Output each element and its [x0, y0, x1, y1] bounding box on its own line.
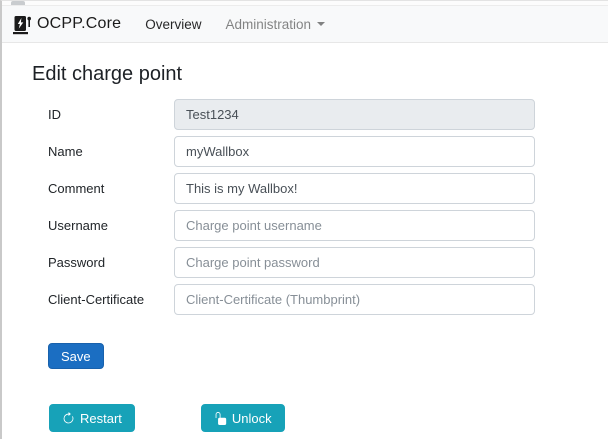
username-field[interactable]	[174, 210, 535, 241]
save-button[interactable]: Save	[48, 343, 104, 369]
client-certificate-label: Client-Certificate	[48, 292, 174, 307]
form-row-comment: Comment	[48, 173, 608, 204]
id-label: ID	[48, 107, 174, 122]
refresh-icon	[62, 412, 75, 425]
password-field[interactable]	[174, 247, 535, 278]
navbar: OCPP.Core Overview Administration	[2, 6, 608, 43]
navbar-brand[interactable]: OCPP.Core	[12, 14, 121, 35]
page-title: Edit charge point	[32, 63, 608, 86]
id-field	[174, 99, 535, 130]
form-row-password: Password	[48, 247, 608, 278]
password-label: Password	[48, 255, 174, 270]
nav-item-administration[interactable]: Administration	[225, 17, 325, 32]
form-row-name: Name	[48, 136, 608, 167]
nav-item-administration-label: Administration	[225, 17, 311, 32]
comment-label: Comment	[48, 181, 174, 196]
charging-station-icon	[12, 14, 32, 35]
form-row-username: Username	[48, 210, 608, 241]
restart-button-label: Restart	[80, 411, 122, 426]
nav-item-overview[interactable]: Overview	[145, 17, 201, 32]
name-label: Name	[48, 144, 174, 159]
edit-charge-point-page: { "navbar": { "brand": "OCPP.Core", "lin…	[0, 0, 608, 439]
brand-title[interactable]: OCPP.Core	[37, 15, 121, 33]
username-label: Username	[48, 218, 174, 233]
main-content: Edit charge point ID Name Comment Userna…	[2, 43, 608, 432]
browser-chrome-artifact	[11, 1, 25, 5]
comment-field[interactable]	[174, 173, 535, 204]
unlock-button-label: Unlock	[232, 411, 272, 426]
chevron-down-icon	[317, 22, 325, 26]
open-padlock-icon	[214, 412, 227, 425]
restart-button[interactable]: Restart	[49, 404, 135, 432]
edit-charge-point-form: ID Name Comment Username Password Client…	[32, 99, 608, 369]
form-row-id: ID	[48, 99, 608, 130]
unlock-button[interactable]: Unlock	[201, 404, 285, 432]
name-field[interactable]	[174, 136, 535, 167]
form-row-client-certificate: Client-Certificate	[48, 284, 608, 315]
device-actions: Restart Unlock	[49, 404, 608, 432]
browser-chrome-strip	[2, 1, 608, 6]
client-certificate-field[interactable]	[174, 284, 535, 315]
